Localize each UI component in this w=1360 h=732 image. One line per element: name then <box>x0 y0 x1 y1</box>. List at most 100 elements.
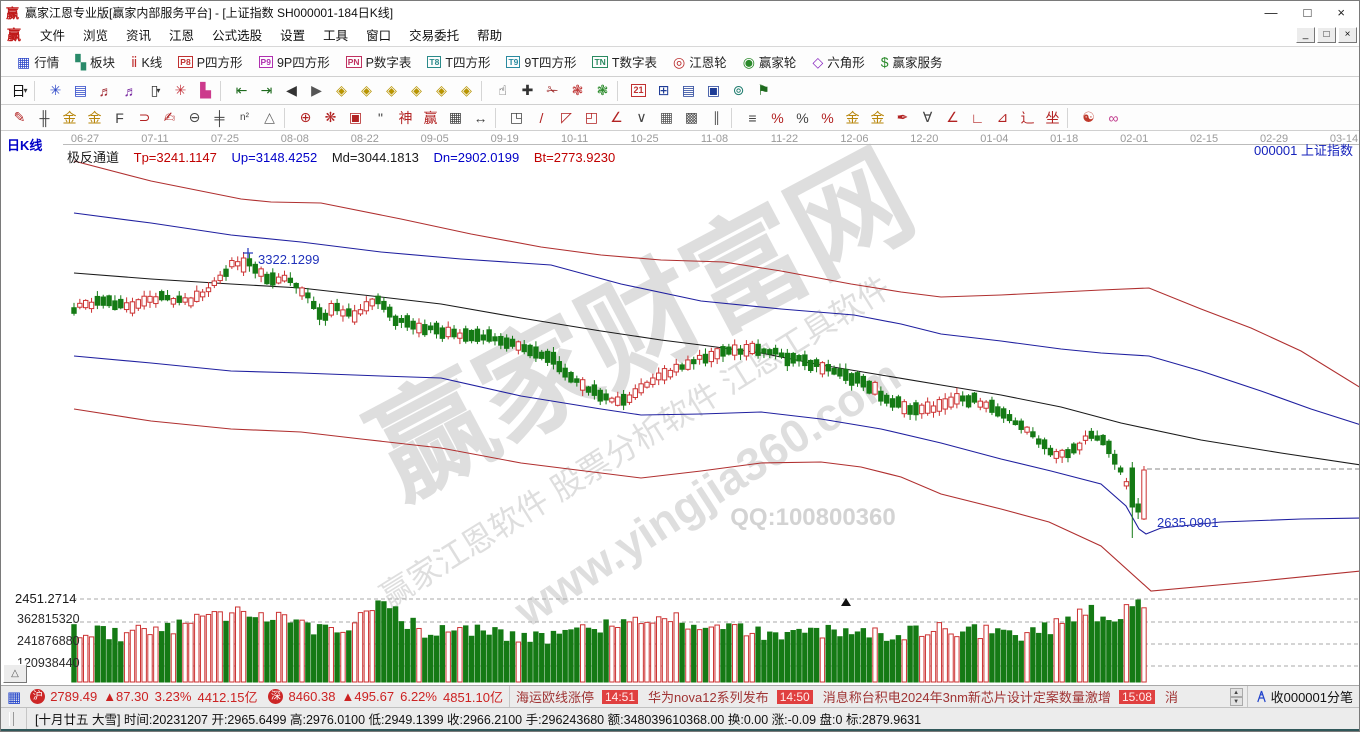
draw-tool-icon-0[interactable]: ✎ <box>7 107 32 129</box>
chart-tool-icon-6[interactable]: ▯▾ <box>143 80 168 102</box>
chart-tool-icon-32[interactable]: ⚑ <box>751 80 776 102</box>
menu-item-8[interactable]: 交易委托 <box>400 27 468 45</box>
toolbar-item-12[interactable]: $赢家服务 <box>873 50 951 74</box>
draw-tool-icon-38[interactable]: ∀ <box>915 107 940 129</box>
draw-tool-icon-4[interactable]: F <box>107 107 132 129</box>
news-headline-2[interactable]: 消息称台积电2024年3nm新芯片设计定案数量激增 <box>823 687 1111 706</box>
draw-tool-icon-15[interactable]: ʺ <box>368 107 393 129</box>
draw-tool-icon-46[interactable]: ∞ <box>1101 107 1126 129</box>
draw-tool-icon-13[interactable]: ❋ <box>318 107 343 129</box>
chart-tool-icon-14[interactable]: ◈ <box>329 80 354 102</box>
menu-item-3[interactable]: 江恩 <box>160 27 203 45</box>
period-label[interactable]: 日K线 <box>7 135 42 154</box>
draw-tool-icon-42[interactable]: 辶 <box>1015 107 1040 129</box>
draw-tool-icon-32[interactable]: % <box>765 107 790 129</box>
draw-tool-icon-21[interactable]: ◳ <box>504 107 529 129</box>
draw-tool-icon-19[interactable]: ↔ <box>468 107 493 129</box>
chart-tool-icon-4[interactable]: ♬ <box>93 80 118 102</box>
news-headline-1[interactable]: 华为nova12系列发布 <box>648 687 769 706</box>
draw-tool-icon-12[interactable]: ⊕ <box>293 107 318 129</box>
chart-tool-icon-19[interactable]: ◈ <box>454 80 479 102</box>
menu-item-1[interactable]: 浏览 <box>74 27 117 45</box>
close-button[interactable]: × <box>1337 5 1345 20</box>
chart-tool-icon-0[interactable]: 日▾ <box>7 80 32 102</box>
draw-tool-icon-10[interactable]: △ <box>257 107 282 129</box>
draw-tool-icon-5[interactable]: ⊃ <box>132 107 157 129</box>
draw-tool-icon-17[interactable]: 赢 <box>418 107 443 129</box>
menu-item-7[interactable]: 窗口 <box>357 27 400 45</box>
toolbar-item-7[interactable]: T99T四方形 <box>498 50 584 74</box>
chart-tool-icon-30[interactable]: ▣ <box>701 80 726 102</box>
toolbar-item-10[interactable]: ◉赢家轮 <box>735 50 805 74</box>
draw-tool-icon-8[interactable]: ╪ <box>207 107 232 129</box>
draw-tool-icon-28[interactable]: ▩ <box>679 107 704 129</box>
mdi-close-button[interactable]: × <box>1338 27 1357 43</box>
chart-tool-icon-25[interactable]: ❃ <box>590 80 615 102</box>
toolbar-item-1[interactable]: ▚板块 <box>67 50 123 74</box>
news-headline-3[interactable]: 消 <box>1165 687 1178 706</box>
draw-tool-icon-16[interactable]: 神 <box>393 107 418 129</box>
draw-tool-icon-1[interactable]: ╫ <box>32 107 57 129</box>
chart-tool-icon-5[interactable]: ♬ <box>118 80 143 102</box>
draw-tool-icon-25[interactable]: ∠ <box>604 107 629 129</box>
chart-tool-icon-31[interactable]: ⊚ <box>726 80 751 102</box>
chart-tool-icon-27[interactable]: 21 <box>626 80 651 102</box>
draw-tool-icon-7[interactable]: ⊖ <box>182 107 207 129</box>
chart-tool-icon-23[interactable]: ✁ <box>540 80 565 102</box>
draw-tool-icon-33[interactable]: % <box>790 107 815 129</box>
toolbar-item-11[interactable]: ◇六角形 <box>804 50 872 74</box>
menu-item-2[interactable]: 资讯 <box>117 27 160 45</box>
news-scroll-spinner[interactable]: ▲▼ <box>1230 688 1243 706</box>
menu-item-6[interactable]: 工具 <box>314 27 357 45</box>
menu-item-9[interactable]: 帮助 <box>468 27 511 45</box>
kline-chart[interactable]: 赢家财富网赢家江恩软件 股票分析软件 江恩工具软件www.yingjia360.… <box>1 131 1360 684</box>
chart-tool-icon-11[interactable]: ⇥ <box>254 80 279 102</box>
draw-tool-icon-29[interactable]: ∥ <box>704 107 729 129</box>
draw-tool-icon-31[interactable]: ≡ <box>740 107 765 129</box>
draw-tool-icon-27[interactable]: ▦ <box>654 107 679 129</box>
draw-tool-icon-3[interactable]: 金 <box>82 107 107 129</box>
draw-tool-icon-24[interactable]: ◰ <box>579 107 604 129</box>
draw-tool-icon-14[interactable]: ▣ <box>343 107 368 129</box>
chart-tool-icon-24[interactable]: ❃ <box>565 80 590 102</box>
draw-tool-icon-40[interactable]: ∟ <box>965 107 990 129</box>
pane-collapse-button[interactable]: △ <box>3 664 27 683</box>
chart-tool-icon-2[interactable]: ✳ <box>43 80 68 102</box>
draw-tool-icon-22[interactable]: / <box>529 107 554 129</box>
menu-item-4[interactable]: 公式选股 <box>203 27 271 45</box>
chart-tool-icon-12[interactable]: ◀ <box>279 80 304 102</box>
chart-tool-icon-28[interactable]: ⊞ <box>651 80 676 102</box>
draw-tool-icon-18[interactable]: ▦ <box>443 107 468 129</box>
chart-tool-icon-18[interactable]: ◈ <box>429 80 454 102</box>
news-headline-0[interactable]: 海运欧线涨停 <box>516 687 594 706</box>
tick-feed-zone[interactable]: 收000001分笔 <box>1247 686 1360 707</box>
menu-item-5[interactable]: 设置 <box>271 27 314 45</box>
chart-tool-icon-7[interactable]: ✳ <box>168 80 193 102</box>
chart-tool-icon-21[interactable]: ☝ <box>490 80 515 102</box>
toolbar-item-4[interactable]: P99P四方形 <box>251 50 338 74</box>
draw-tool-icon-2[interactable]: 金 <box>57 107 82 129</box>
toolbar-item-8[interactable]: TNT数字表 <box>584 50 664 74</box>
chart-tool-icon-10[interactable]: ⇤ <box>229 80 254 102</box>
draw-tool-icon-36[interactable]: 金 <box>865 107 890 129</box>
draw-tool-icon-35[interactable]: 金 <box>840 107 865 129</box>
chart-tool-icon-15[interactable]: ◈ <box>354 80 379 102</box>
mdi-restore-button[interactable]: □ <box>1317 27 1336 43</box>
draw-tool-icon-39[interactable]: ∠ <box>940 107 965 129</box>
toolbar-item-6[interactable]: T8T四方形 <box>419 50 498 74</box>
mdi-minimize-button[interactable]: _ <box>1296 27 1315 43</box>
chart-tool-icon-22[interactable]: ✚ <box>515 80 540 102</box>
draw-tool-icon-45[interactable]: ☯ <box>1076 107 1101 129</box>
toolbar-item-0[interactable]: ▦行情 <box>9 50 67 74</box>
toolbar-item-3[interactable]: P8P四方形 <box>170 50 250 74</box>
draw-tool-icon-34[interactable]: % <box>815 107 840 129</box>
chart-tool-icon-3[interactable]: ▤ <box>68 80 93 102</box>
toolbar-item-5[interactable]: PNP数字表 <box>338 50 420 74</box>
draw-tool-icon-9[interactable]: n² <box>232 107 257 129</box>
draw-tool-icon-6[interactable]: ✍ <box>157 107 182 129</box>
draw-tool-icon-23[interactable]: ◸ <box>554 107 579 129</box>
sz-index-value[interactable]: 8460.38 <box>288 689 335 704</box>
chart-tool-icon-17[interactable]: ◈ <box>404 80 429 102</box>
chart-tool-icon-29[interactable]: ▤ <box>676 80 701 102</box>
chart-tool-icon-8[interactable]: ▙ <box>193 80 218 102</box>
